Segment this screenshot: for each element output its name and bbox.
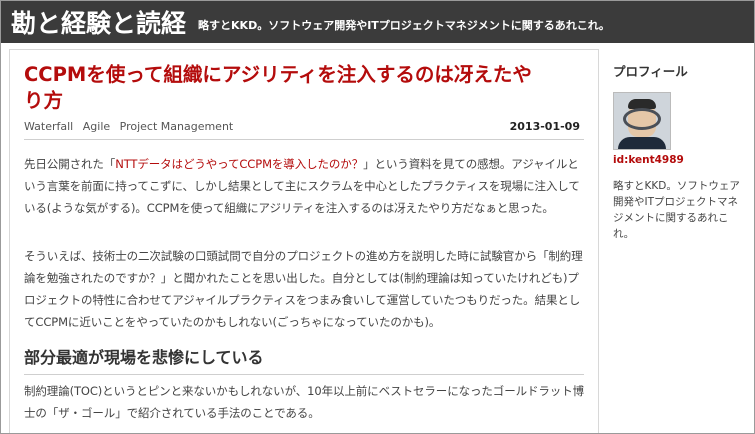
article-link[interactable]: NTTデータはどうやってCCPMを導入したのか？	[115, 157, 363, 171]
paragraph-text: 先日公開された「	[24, 157, 116, 171]
paragraph: 制約理論(TOC)というとピンと来ないかもしれないが、10年以上前にベストセラー…	[24, 384, 585, 420]
entry-title[interactable]: CCPMを使って組織にアジリティを注入するのは冴えたやり方	[24, 62, 544, 114]
category-link[interactable]: Agile	[83, 120, 110, 133]
paragraph: そういえば、技術士の二次試験の口頭試問で自分のプロジェクトの進め方を説明した時に…	[24, 249, 583, 329]
category-link[interactable]: Waterfall	[24, 120, 73, 133]
page-frame: 勘と経験と読経 略すとKKD。ソフトウェア開発やITプロジェクトマネジメントに関…	[0, 0, 755, 434]
entry-date: 2013-01-09	[509, 120, 580, 133]
paragraph: 先日公開された「NTTデータはどうやってCCPMを導入したのか？」という資料を見…	[24, 153, 584, 219]
profile-heading: プロフィール	[613, 64, 688, 79]
sidebar: プロフィール id:kent4989 略すとKKD。ソフトウェア開発やITプロジ…	[613, 61, 748, 242]
blog-description: 略すとKKD。ソフトウェア開発やITプロジェクトマネジメントに関するあれこれ。	[198, 19, 610, 32]
profile-id-link[interactable]: id:kent4989	[613, 154, 748, 166]
entry-content: CCPMを使って組織にアジリティを注入するのは冴えたやり方 Waterfall …	[9, 49, 599, 433]
avatar[interactable]	[613, 92, 671, 150]
entry-categories: Waterfall Agile Project Management	[24, 120, 239, 133]
category-link[interactable]: Project Management	[120, 120, 234, 133]
section-heading: 部分最適が現場を悲惨にしている	[24, 344, 584, 375]
profile-description: 略すとKKD。ソフトウェア開発やITプロジェクトマネジメントに関するあれこれ。	[613, 180, 740, 240]
blog-title[interactable]: 勘と経験と読経	[11, 4, 186, 40]
site-header: 勘と経験と読経 略すとKKD。ソフトウェア開発やITプロジェクトマネジメントに関…	[1, 1, 754, 43]
title-divider	[24, 139, 584, 140]
